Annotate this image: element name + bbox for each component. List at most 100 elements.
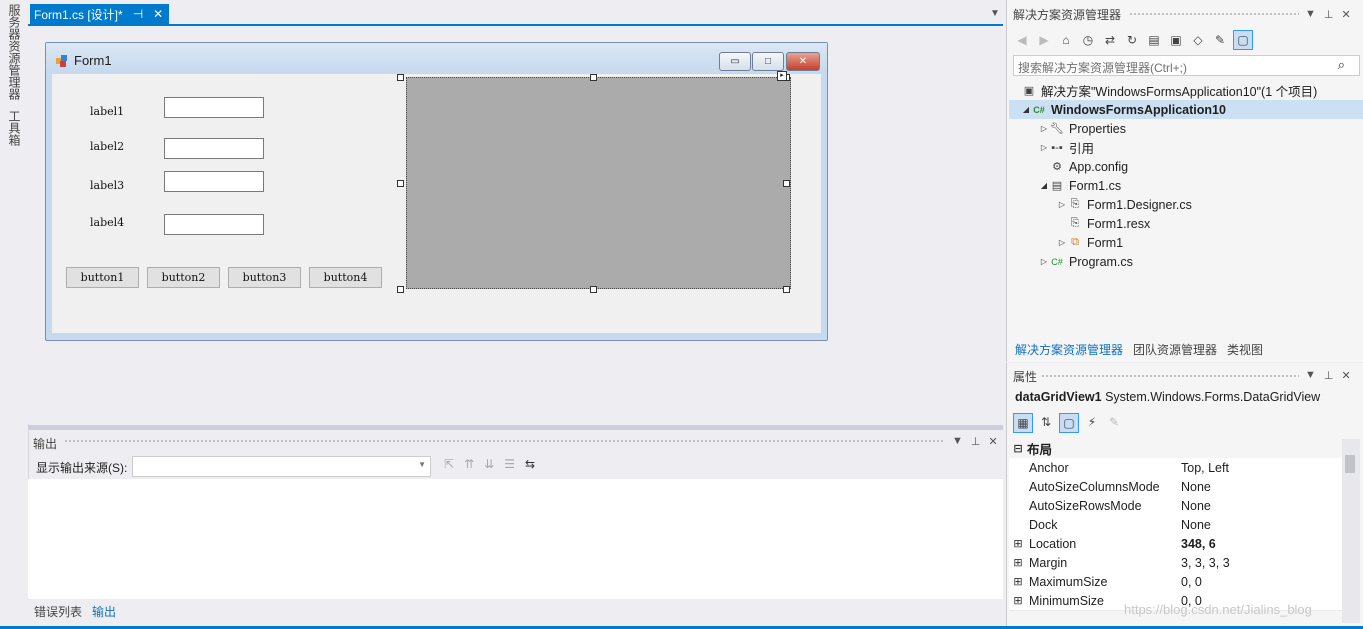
property-object-selector[interactable]: dataGridView1 System.Windows.Forms.DataG…	[1015, 390, 1320, 404]
collapsed-triangle-icon[interactable]: ▷	[1057, 238, 1067, 247]
resize-handle-e[interactable]	[783, 180, 790, 187]
property-row-maximumsize[interactable]: ⊞ MaximumSize 0, 0	[1009, 572, 1342, 592]
label1[interactable]: label1	[90, 105, 124, 118]
textbox2[interactable]	[164, 138, 264, 159]
resize-handle-sw[interactable]	[397, 286, 404, 293]
tree-item-app-config[interactable]: ⚙ App.config	[1009, 157, 1363, 176]
tree-item-properties[interactable]: ▷ 🔧︎ Properties	[1009, 119, 1363, 138]
textbox3[interactable]	[164, 171, 264, 192]
tree-item-solution[interactable]: ▣ 解决方案"WindowsFormsApplication10"(1 个项目)	[1009, 81, 1363, 100]
tab-class-view[interactable]: 类视图	[1227, 341, 1263, 358]
maximize-button[interactable]: □	[752, 52, 784, 71]
splitter[interactable]	[28, 425, 1003, 430]
history-icon[interactable]: ◷	[1079, 31, 1097, 49]
tree-item-program-cs[interactable]: ▷ C# Program.cs	[1009, 252, 1363, 271]
tree-item-form1-resx[interactable]: ⎘ Form1.resx	[1009, 214, 1363, 233]
label3[interactable]: label3	[90, 179, 124, 192]
property-row-anchor[interactable]: Anchor Top, Left	[1009, 458, 1342, 478]
view-designer-icon[interactable]: ▢	[1233, 30, 1253, 50]
word-wrap-icon[interactable]: ⇆	[525, 457, 535, 471]
next-message-icon[interactable]: ⇊	[484, 457, 494, 471]
property-row-location[interactable]: ⊞ Location 348, 6	[1009, 534, 1342, 554]
scrollbar-thumb[interactable]	[1345, 455, 1355, 473]
property-row-dock[interactable]: Dock None	[1009, 515, 1342, 535]
close-icon[interactable]: ✕	[1341, 8, 1350, 21]
property-row-autosizerowsmode[interactable]: AutoSizeRowsMode None	[1009, 496, 1342, 516]
expanded-triangle-icon[interactable]: ◢	[1039, 181, 1049, 190]
resize-handle-w[interactable]	[397, 180, 404, 187]
refresh-icon[interactable]: ↻	[1123, 31, 1141, 49]
solution-search-input[interactable]: 搜索解决方案资源管理器(Ctrl+;) ⌕	[1013, 55, 1360, 76]
properties-icon[interactable]: ▢	[1059, 413, 1079, 433]
button3[interactable]: button3	[228, 267, 301, 288]
category-row-layout[interactable]: ⊟ 布局	[1009, 439, 1342, 459]
minimize-button[interactable]: ▭	[719, 52, 751, 71]
output-text-area[interactable]	[28, 479, 1003, 599]
label2[interactable]: label2	[90, 140, 124, 153]
button1[interactable]: button1	[66, 267, 139, 288]
events-icon[interactable]: ⚡	[1083, 413, 1101, 431]
pin-icon[interactable]: ⊥	[1324, 369, 1334, 382]
tree-item-project[interactable]: ◢ C# WindowsFormsApplication10	[1009, 100, 1363, 119]
collapse-icon[interactable]: ⊟	[1009, 442, 1027, 455]
button2[interactable]: button2	[147, 267, 220, 288]
tree-item-form1-cs[interactable]: ◢ ▤ Form1.cs	[1009, 176, 1363, 195]
close-icon[interactable]: ✕	[988, 435, 997, 448]
close-icon[interactable]: ✕	[153, 7, 163, 21]
drag-grip[interactable]	[1129, 12, 1299, 17]
output-source-select[interactable]: ▼	[132, 456, 431, 477]
collapse-all-icon[interactable]: ▤	[1145, 31, 1163, 49]
search-icon[interactable]: ⌕	[1338, 57, 1345, 73]
expand-icon[interactable]: ⊞	[1009, 594, 1027, 607]
button4[interactable]: button4	[309, 267, 382, 288]
drag-grip[interactable]	[64, 439, 944, 444]
prev-message-icon[interactable]: ⇈	[464, 457, 474, 471]
collapsed-triangle-icon[interactable]: ▷	[1057, 200, 1067, 209]
forward-icon[interactable]: ▶	[1035, 31, 1053, 49]
datagridview1[interactable]	[406, 77, 791, 289]
tree-item-form1-designer[interactable]: ▷ ⎘ Form1.Designer.cs	[1009, 195, 1363, 214]
collapsed-triangle-icon[interactable]: ▷	[1039, 124, 1049, 133]
smart-tag-arrow-icon[interactable]: ▸	[777, 71, 787, 81]
expand-icon[interactable]: ⊞	[1009, 537, 1027, 550]
toolbox-tab[interactable]: 工具箱	[6, 110, 23, 146]
form1-window[interactable]: Form1 ▭ □ ✕ label1 label2 label3 label4 …	[45, 42, 828, 341]
tree-item-form1-class[interactable]: ▷ ⧉ Form1	[1009, 233, 1363, 252]
categorized-icon[interactable]: ▦	[1013, 413, 1033, 433]
property-pages-icon[interactable]: ✎	[1105, 413, 1123, 431]
tree-item-references[interactable]: ▷ ▪-▪ 引用	[1009, 138, 1363, 157]
expanded-triangle-icon[interactable]: ◢	[1021, 105, 1031, 114]
tab-solution-explorer[interactable]: 解决方案资源管理器	[1015, 341, 1123, 358]
collapsed-triangle-icon[interactable]: ▷	[1039, 257, 1049, 266]
pin-icon[interactable]: ⊥	[971, 435, 981, 448]
resize-handle-s[interactable]	[590, 286, 597, 293]
dropdown-icon[interactable]: ▼	[1305, 8, 1316, 21]
property-row-autosizecolumnsmode[interactable]: AutoSizeColumnsMode None	[1009, 477, 1342, 497]
show-all-files-icon[interactable]: ▣	[1167, 31, 1185, 49]
alphabetical-icon[interactable]: ⇅	[1037, 413, 1055, 431]
find-message-icon[interactable]: ⇱	[444, 457, 454, 471]
expand-icon[interactable]: ⊞	[1009, 575, 1027, 588]
sync-icon[interactable]: ⇄	[1101, 31, 1119, 49]
dropdown-icon[interactable]: ▼	[952, 435, 963, 448]
pin-icon[interactable]: ⊣	[133, 7, 143, 21]
close-button[interactable]: ✕	[786, 52, 820, 71]
resize-handle-nw[interactable]	[397, 74, 404, 81]
textbox4[interactable]	[164, 214, 264, 235]
drag-grip[interactable]	[1041, 374, 1299, 379]
tab-dropdown-icon[interactable]: ▼	[990, 8, 1000, 19]
server-explorer-tab[interactable]: 服务器资源管理器	[6, 4, 23, 100]
label4[interactable]: label4	[90, 216, 124, 229]
pin-icon[interactable]: ⊥	[1324, 8, 1334, 21]
tab-team-explorer[interactable]: 团队资源管理器	[1133, 341, 1217, 358]
vertical-scrollbar[interactable]	[1342, 439, 1360, 623]
view-code-icon[interactable]: ◇	[1189, 31, 1207, 49]
collapsed-triangle-icon[interactable]: ▷	[1039, 143, 1049, 152]
home-icon[interactable]: ⌂	[1057, 31, 1075, 49]
property-row-margin[interactable]: ⊞ Margin 3, 3, 3, 3	[1009, 553, 1342, 573]
close-icon[interactable]: ✕	[1341, 369, 1350, 382]
resize-handle-n[interactable]	[590, 74, 597, 81]
tab-output[interactable]: 输出	[92, 603, 116, 620]
textbox1[interactable]	[164, 97, 264, 118]
properties-wrench-icon[interactable]: ✎	[1211, 31, 1229, 49]
